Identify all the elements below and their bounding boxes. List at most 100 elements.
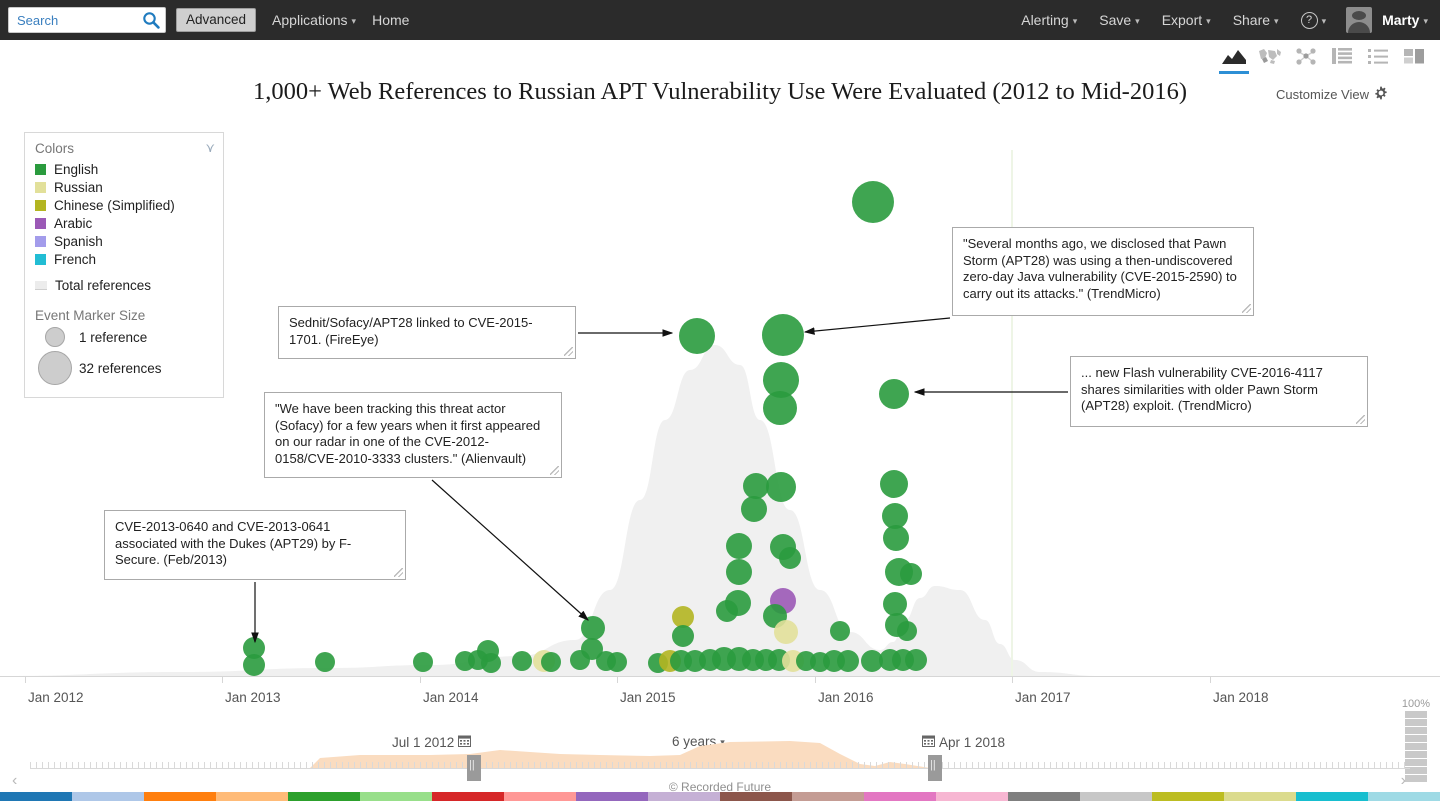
event-bubble[interactable] xyxy=(830,621,850,641)
save-menu[interactable]: Save ▾ xyxy=(1099,12,1139,28)
event-bubble[interactable] xyxy=(774,620,798,644)
event-bubble[interactable] xyxy=(726,533,752,559)
event-bubble[interactable] xyxy=(900,563,922,585)
event-bubble[interactable] xyxy=(413,652,433,672)
search-box[interactable] xyxy=(8,7,166,33)
event-bubble[interactable] xyxy=(716,600,738,622)
event-bubble[interactable] xyxy=(726,559,752,585)
event-bubble[interactable] xyxy=(243,654,265,676)
scrubber-sparkline xyxy=(300,741,960,768)
network-view-icon[interactable] xyxy=(1288,42,1324,74)
home-label: Home xyxy=(372,12,410,28)
applications-menu[interactable]: Applications ▾ xyxy=(272,12,356,28)
help-menu[interactable]: ? ▾ xyxy=(1300,11,1327,29)
view-mode-toolbar xyxy=(1216,42,1432,74)
x-axis-tick xyxy=(222,676,223,683)
customize-view-button[interactable]: Customize View xyxy=(1276,86,1388,103)
callout-text: "Several months ago, we disclosed that P… xyxy=(963,236,1237,301)
event-bubble[interactable] xyxy=(743,473,769,499)
alerting-label: Alerting xyxy=(1021,12,1069,28)
search-input[interactable] xyxy=(15,9,139,31)
x-axis: Jan 2012 Jan 2013 Jan 2014 Jan 2015 Jan 2016… xyxy=(0,676,1440,716)
x-axis-tick-label: Jan 2017 xyxy=(1015,690,1071,705)
chevron-down-icon: ▾ xyxy=(1423,15,1428,26)
event-bubble[interactable] xyxy=(512,651,532,671)
chart-view-icon[interactable] xyxy=(1216,42,1252,74)
event-bubble[interactable] xyxy=(581,616,605,640)
advanced-button[interactable]: Advanced xyxy=(176,8,257,32)
event-bubble[interactable] xyxy=(779,547,801,569)
user-menu[interactable]: Marty ▾ xyxy=(1346,7,1428,33)
event-bubble[interactable] xyxy=(837,650,859,672)
chevron-down-icon: ▾ xyxy=(1274,15,1279,26)
event-bubble[interactable] xyxy=(897,621,917,641)
customize-view-label: Customize View xyxy=(1276,87,1369,102)
event-bubble[interactable] xyxy=(541,652,561,672)
search-icon[interactable] xyxy=(142,11,160,34)
time-range-scrubber[interactable]: Jul 1 2012 6 years ▾ Apr 1 2018 ‹ › xyxy=(0,722,1440,789)
event-bubble[interactable] xyxy=(763,391,797,425)
home-link[interactable]: Home xyxy=(372,12,409,28)
event-bubble[interactable] xyxy=(766,472,796,502)
palette-color xyxy=(792,792,864,801)
event-bubble[interactable] xyxy=(679,318,715,354)
x-axis-tick-label: Jan 2016 xyxy=(818,690,874,705)
alerting-menu[interactable]: Alerting ▾ xyxy=(1021,12,1077,28)
resize-grip[interactable] xyxy=(564,347,573,356)
x-axis-tick xyxy=(1210,676,1211,683)
palette-color xyxy=(1008,792,1080,801)
callout-trendmicro-java[interactable]: "Several months ago, we disclosed that P… xyxy=(952,227,1254,316)
x-axis-tick xyxy=(815,676,816,683)
event-bubble[interactable] xyxy=(852,181,894,223)
event-bubble[interactable] xyxy=(880,470,908,498)
palette-color xyxy=(1152,792,1224,801)
share-menu[interactable]: Share ▾ xyxy=(1233,12,1279,28)
palette-color xyxy=(720,792,792,801)
user-name-label: Marty xyxy=(1382,12,1420,28)
detail-list-view-icon[interactable] xyxy=(1360,42,1396,74)
callout-trendmicro-flash[interactable]: ... new Flash vulnerability CVE-2016-411… xyxy=(1070,356,1368,427)
scrubber-handle-left[interactable] xyxy=(467,755,481,781)
resize-grip[interactable] xyxy=(550,466,559,475)
callout-fsecure[interactable]: CVE-2013-0640 and CVE-2013-0641 associat… xyxy=(104,510,406,580)
scrubber-track[interactable] xyxy=(30,768,1410,769)
x-axis-line xyxy=(0,676,1440,677)
top-nav-right-group: Alerting ▾ Save ▾ Export ▾ Share ▾ ? ▾ M… xyxy=(999,7,1440,33)
event-bubble[interactable] xyxy=(741,496,767,522)
resize-grip[interactable] xyxy=(1242,304,1251,313)
x-axis-tick-label: Jan 2012 xyxy=(28,690,84,705)
gear-icon xyxy=(1374,86,1388,103)
callout-text: "We have been tracking this threat actor… xyxy=(275,401,541,466)
x-axis-tick-label: Jan 2014 xyxy=(423,690,479,705)
event-bubble[interactable] xyxy=(879,379,909,409)
chevron-down-icon: ▾ xyxy=(351,15,357,26)
callout-alienvault[interactable]: "We have been tracking this threat actor… xyxy=(264,392,562,478)
list-view-icon[interactable] xyxy=(1324,42,1360,74)
map-view-icon[interactable] xyxy=(1252,42,1288,74)
resize-grip[interactable] xyxy=(1356,415,1365,424)
x-axis-tick-label: Jan 2018 xyxy=(1213,690,1269,705)
palette-color xyxy=(504,792,576,801)
event-bubble[interactable] xyxy=(762,314,804,356)
event-bubble[interactable] xyxy=(883,525,909,551)
export-menu[interactable]: Export ▾ xyxy=(1162,12,1211,28)
event-bubble[interactable] xyxy=(315,652,335,672)
palette-color xyxy=(0,792,72,801)
grid-view-icon[interactable] xyxy=(1396,42,1432,74)
event-bubble[interactable] xyxy=(607,652,627,672)
scrubber-handle-right[interactable] xyxy=(928,755,942,781)
palette-color xyxy=(1080,792,1152,801)
callout-text: CVE-2013-0640 and CVE-2013-0641 associat… xyxy=(115,519,352,567)
resize-grip[interactable] xyxy=(394,568,403,577)
zoom-slider-segment[interactable] xyxy=(1405,711,1427,718)
event-bubble[interactable] xyxy=(570,650,590,670)
event-bubble[interactable] xyxy=(481,653,501,673)
event-bubble[interactable] xyxy=(672,625,694,647)
x-axis-tick-label: Jan 2013 xyxy=(225,690,281,705)
callout-fireeye[interactable]: Sednit/Sofacy/APT28 linked to CVE-2015-1… xyxy=(278,306,576,359)
chevron-down-icon: ▾ xyxy=(1321,15,1327,26)
palette-color xyxy=(936,792,1008,801)
palette-color xyxy=(648,792,720,801)
scatter-plot-canvas[interactable]: Sednit/Sofacy/APT28 linked to CVE-2015-1… xyxy=(0,120,1440,680)
event-bubble[interactable] xyxy=(905,649,927,671)
